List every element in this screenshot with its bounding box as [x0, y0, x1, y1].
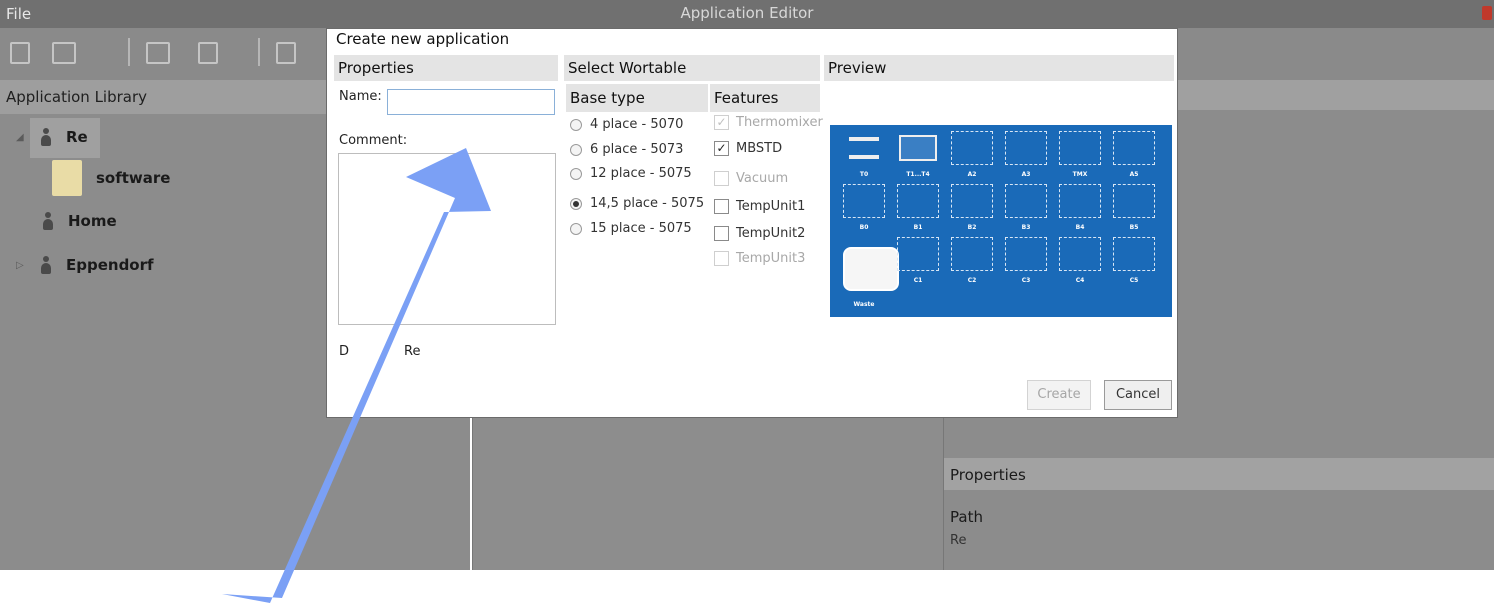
slot-label: C4 [1075, 277, 1085, 284]
slot-label: A2 [967, 171, 977, 178]
annotation-arrow [222, 148, 491, 603]
slot-label: B3 [1021, 224, 1031, 231]
slot-label: B1 [913, 224, 923, 231]
tip-holder-icon [849, 137, 879, 159]
worktable-slot [1005, 184, 1047, 218]
tube-rack-icon [899, 135, 937, 161]
worktable-slot [951, 237, 993, 271]
worktable-slot [1113, 184, 1155, 218]
worktable-slot [1113, 131, 1155, 165]
slot-label: C1 [913, 277, 923, 284]
worktable-slot [843, 184, 885, 218]
slot-label: A5 [1129, 171, 1139, 178]
slot-label: B5 [1129, 224, 1139, 231]
arrow-icon [222, 148, 491, 603]
worktable-slot [897, 237, 939, 271]
slot-label: C3 [1021, 277, 1031, 284]
slot-label: Waste [853, 301, 875, 308]
slot-label: T0 [859, 171, 869, 178]
slot-label: A3 [1021, 171, 1031, 178]
slot-label: C2 [967, 277, 977, 284]
slot-label: B2 [967, 224, 977, 231]
slot-label: C5 [1129, 277, 1139, 284]
slot-label: B4 [1075, 224, 1085, 231]
worktable-slot [1059, 131, 1101, 165]
worktable-slot [1005, 131, 1047, 165]
worktable-slot [1059, 184, 1101, 218]
worktable-slot [1113, 237, 1155, 271]
worktable-slot [1005, 237, 1047, 271]
worktable-slot [1059, 237, 1101, 271]
worktable-slot [951, 184, 993, 218]
slot-label: B0 [859, 224, 869, 231]
slot-label: T1...T4 [906, 171, 930, 178]
worktable-slot [951, 131, 993, 165]
slot-label: TMX [1072, 171, 1088, 178]
worktable-slot [897, 184, 939, 218]
